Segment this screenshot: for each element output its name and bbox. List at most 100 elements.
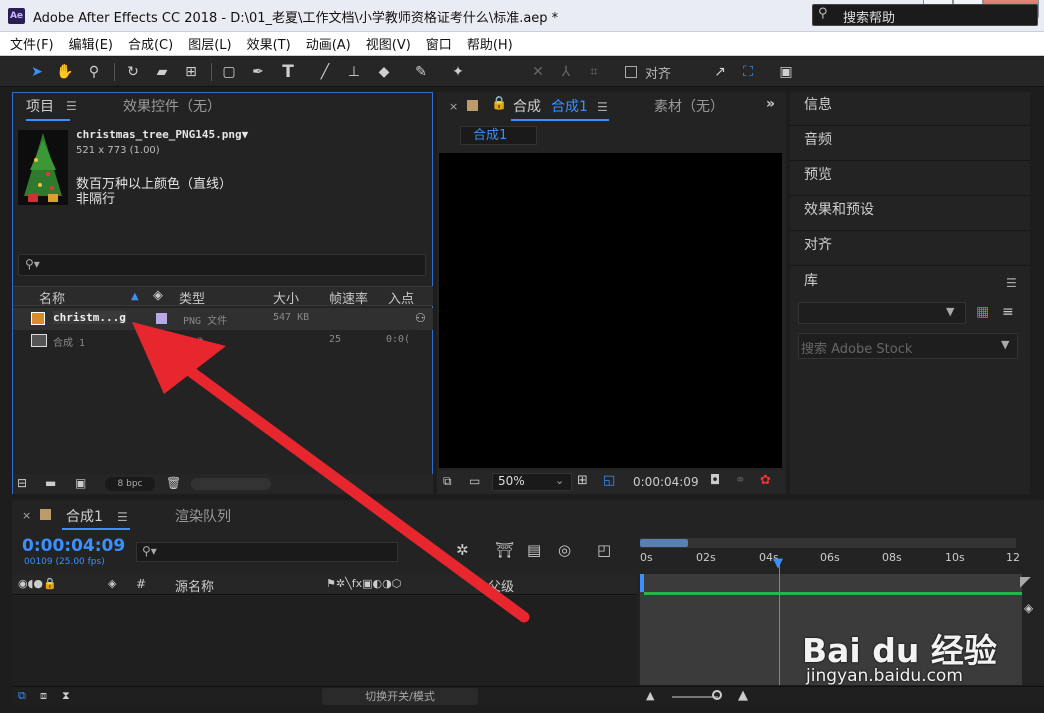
timeline-search-input[interactable] — [136, 542, 398, 562]
tab-composition[interactable]: 合成 — [513, 96, 541, 116]
flowchart-icon[interactable]: ⚇ — [415, 311, 426, 325]
zoom-tool-icon[interactable]: ⚲ — [84, 62, 104, 82]
row-name[interactable]: christm...g — [53, 311, 126, 324]
label-color-swatch[interactable] — [156, 313, 167, 324]
time-ruler[interactable]: 0s 02s 04s 06s 08s 10s 12s — [640, 550, 1022, 572]
tab-effect-controls[interactable]: 效果控件（无） — [123, 96, 221, 116]
zoom-out-icon[interactable]: ▲ — [646, 689, 654, 702]
tab-composition-name[interactable]: 合成1 — [551, 96, 588, 116]
shy-layers-icon[interactable]: ⛩ — [495, 541, 514, 559]
draft-3d-icon[interactable]: ✲ — [456, 541, 469, 559]
axis-mode-icon[interactable]: ↗ — [710, 62, 730, 82]
project-scrollbar[interactable] — [191, 478, 271, 490]
close-tab-icon[interactable]: × — [22, 509, 31, 522]
eraser-tool-icon[interactable]: ◆ — [374, 62, 394, 82]
always-preview-icon[interactable]: ⧉ — [443, 474, 452, 489]
in-point-marker[interactable] — [640, 574, 644, 592]
list-view-icon[interactable]: ≡ — [1002, 304, 1014, 320]
in-out-icon[interactable]: ⧗ — [62, 689, 70, 703]
out-point-marker[interactable]: ◤ — [1020, 574, 1031, 590]
menu-edit[interactable]: 编辑(E) — [69, 34, 113, 53]
mask-visibility-icon[interactable]: ◱ — [603, 473, 615, 488]
tab-project[interactable]: 项目 — [26, 96, 54, 116]
work-area-range[interactable] — [640, 539, 688, 547]
menu-file[interactable]: 文件(F) — [10, 34, 54, 53]
panel-menu-icon[interactable]: ☰ — [597, 100, 608, 114]
new-folder-icon[interactable]: ▬ — [45, 476, 56, 490]
snapshot-icon[interactable]: ◘ — [710, 473, 720, 488]
zoom-in-icon[interactable]: ▲ — [738, 688, 748, 703]
panel-effects-presets[interactable]: 效果和预设 — [790, 197, 1030, 231]
lock-icon[interactable]: 🔒 — [491, 96, 507, 111]
menu-composition[interactable]: 合成(C) — [128, 34, 173, 53]
panel-menu-icon[interactable]: ☰ — [1006, 276, 1017, 290]
type-tool-icon[interactable]: T — [278, 62, 298, 82]
zoom-slider-thumb[interactable] — [712, 690, 722, 700]
panel-info[interactable]: 信息 — [790, 92, 1030, 126]
footage-filename[interactable]: christmas_tree_PNG145.png▼ — [76, 128, 248, 141]
color-channels-icon[interactable]: ✿ — [760, 473, 771, 488]
switches-icon[interactable]: ⚑✲╲fx▣◐◑⬡ — [326, 577, 401, 590]
comp-navigator-icon[interactable]: ◈ — [1024, 601, 1033, 615]
transfer-controls-icon[interactable]: ⧈ — [40, 689, 47, 703]
trash-icon[interactable]: 🗑 — [166, 476, 181, 490]
panel-align[interactable]: 对齐 — [790, 232, 1030, 266]
camera-tool-icon[interactable]: ▰ — [152, 62, 172, 82]
interpret-footage-icon[interactable]: ⊟ — [17, 476, 27, 490]
panel-preview[interactable]: 预览 — [790, 162, 1030, 196]
timeline-timecode[interactable]: 0:00:04:09 — [22, 536, 125, 556]
monitor-icon[interactable]: ▭ — [469, 474, 480, 488]
viewer-timecode[interactable]: 0:00:04:09 — [633, 475, 699, 489]
frame-blending-icon[interactable]: ▤ — [527, 541, 541, 559]
library-select[interactable] — [798, 302, 966, 324]
workspace-icon[interactable]: ▣ — [776, 62, 796, 82]
layer-switches-icon[interactable]: ⧉ — [18, 689, 26, 703]
work-area-bar[interactable] — [640, 538, 1016, 548]
playhead-handle[interactable]: ▼ — [773, 556, 783, 571]
brush-tool-icon[interactable]: ╱ — [315, 62, 335, 82]
panel-overflow-icon[interactable]: » — [766, 96, 775, 112]
sort-ascending-icon[interactable]: ▲ — [131, 291, 139, 302]
column-in-point[interactable]: 入点 — [388, 288, 414, 307]
bit-depth-button[interactable]: 8 bpc — [105, 477, 155, 491]
zoom-slider-track[interactable] — [672, 696, 718, 698]
menu-window[interactable]: 窗口 — [426, 34, 452, 53]
selection-tool-icon[interactable]: ➤ — [27, 62, 47, 82]
composition-viewer[interactable] — [439, 153, 782, 468]
pen-tool-icon[interactable]: ✒ — [248, 62, 268, 82]
tab-timeline-comp[interactable]: 合成1 — [66, 506, 103, 526]
label-tag-icon[interactable]: ◈ — [153, 288, 163, 303]
playhead-line[interactable] — [779, 560, 780, 685]
project-search-input[interactable] — [18, 254, 426, 276]
panel-menu-icon[interactable]: ☰ — [117, 510, 128, 524]
table-row[interactable]: christm...g PNG 文件 547 KB ⚇ — [13, 308, 433, 330]
column-parent[interactable]: 父级 — [488, 576, 514, 595]
panel-library-title[interactable]: 库 — [790, 268, 1030, 302]
snap-icon[interactable]: ⛶ — [738, 62, 758, 82]
graph-editor-icon[interactable]: ◰ — [597, 541, 611, 559]
av-features-icon[interactable]: ◉◖●🔒 — [18, 577, 57, 590]
panel-audio[interactable]: 音频 — [790, 127, 1030, 161]
rectangle-tool-icon[interactable]: ▢ — [219, 62, 239, 82]
align-checkbox[interactable] — [625, 66, 637, 78]
row-name[interactable]: 合成 1 — [53, 334, 85, 349]
menu-help[interactable]: 帮助(H) — [467, 34, 513, 53]
menu-animation[interactable]: 动画(A) — [306, 34, 351, 53]
toggle-switches-modes-button[interactable]: 切换开关/模式 — [322, 688, 478, 705]
column-name[interactable]: 名称 — [39, 288, 65, 307]
menu-effect[interactable]: 效果(T) — [247, 34, 291, 53]
table-row[interactable]: 合成 1 合成 25 0:0( — [13, 330, 433, 352]
new-composition-icon[interactable]: ▣ — [75, 476, 86, 490]
column-framerate[interactable]: 帧速率 — [329, 288, 368, 307]
pan-behind-tool-icon[interactable]: ⊞ — [181, 62, 201, 82]
close-tab-icon[interactable]: × — [449, 100, 458, 113]
panel-menu-icon[interactable]: ☰ — [66, 99, 77, 113]
comp-breadcrumb[interactable]: 合成1 — [460, 126, 537, 145]
layer-list[interactable] — [12, 596, 637, 685]
tab-render-queue[interactable]: 渲染队列 — [175, 506, 231, 526]
menu-layer[interactable]: 图层(L) — [188, 34, 231, 53]
label-tag-icon[interactable]: ◈ — [108, 577, 116, 590]
grid-icon[interactable]: ⊞ — [577, 473, 588, 488]
roto-brush-tool-icon[interactable]: ✎ — [411, 62, 431, 82]
clone-stamp-tool-icon[interactable]: ⊥ — [344, 62, 364, 82]
